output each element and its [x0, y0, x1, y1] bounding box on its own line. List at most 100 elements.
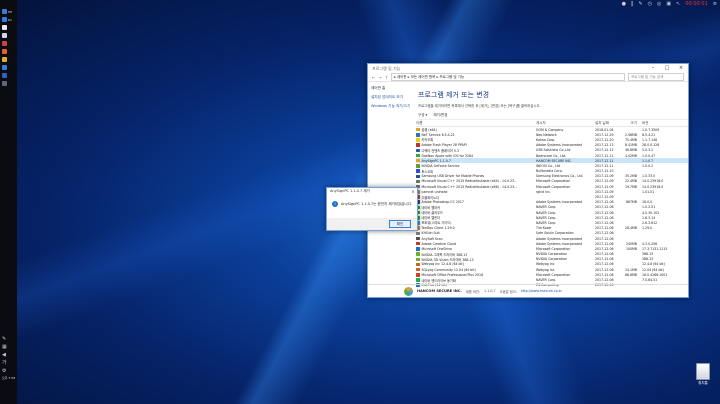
- program-icon: [416, 179, 420, 184]
- cursor-icon[interactable]: ↖: [676, 1, 680, 7]
- cell-version: 12.4.8 (64 bit): [640, 262, 672, 266]
- sidebar-link-windows-features[interactable]: Windows 기능 켜기/끄기: [371, 104, 419, 109]
- column-version[interactable]: 버전: [640, 121, 672, 126]
- cell-version: 5.0.3.2: [640, 148, 672, 152]
- taskbar-item[interactable]: [2, 72, 15, 79]
- cell-publisher: NVIDIA Corporation: [536, 252, 595, 256]
- taskbar-item[interactable]: [2, 24, 15, 31]
- taskbar-item[interactable]: Do: [2, 16, 15, 23]
- cell-version: 388.13: [640, 252, 672, 256]
- timer-icon[interactable]: ◷: [648, 1, 652, 7]
- window-titlebar[interactable]: 프로그램 및 기능 – □ ×: [368, 64, 688, 73]
- address-field[interactable]: ▸ 제어판 ▸ 모든 제어판 항목 ▸ 프로그램 및 기능: [391, 73, 625, 81]
- program-icon: [416, 138, 420, 142]
- table-row[interactable]: 디렉터 컨텐츠 플레이어 5.3 USB Solutions Co.,Ltd 201…: [416, 148, 688, 153]
- pen-icon[interactable]: ✎: [2, 336, 9, 343]
- uninstall-change-button[interactable]: 제거/변경: [433, 113, 447, 119]
- language-icon[interactable]: 가: [2, 360, 9, 367]
- cell-date-text: 2017-12-09: [595, 179, 614, 184]
- cell-date: 2017-12-06: [595, 268, 617, 272]
- maximize-button[interactable]: □: [660, 64, 674, 73]
- table-row[interactable]: TeeDou Client 1.29.0 Tim Koser 2017-12-06 2…: [416, 226, 688, 231]
- taskbar-item[interactable]: [2, 80, 15, 87]
- taskbar-clock[interactable]: 오후 7:58: [1, 376, 16, 380]
- program-icon: [416, 158, 420, 163]
- column-name[interactable]: 이름: [416, 121, 536, 126]
- dialog-titlebar[interactable]: AnySignPC 1.1.0.7 제거 ×: [327, 188, 417, 195]
- column-publisher[interactable]: 게시자: [536, 121, 595, 126]
- search-input[interactable]: 프로그램 및 기능 검색: [628, 73, 684, 81]
- draw-icon[interactable]: ✎: [638, 1, 642, 7]
- cell-publisher: Webyog Inc: [536, 268, 595, 272]
- table-row[interactable]: Webyog Inc 12.4.8 (64 bit) Webyog Inc 2017…: [416, 262, 688, 267]
- table-row[interactable]: 포토뷰(스마트 가이드) NAVER Corp. 2017-12-06 2.6.3.6…: [416, 220, 688, 225]
- taskbar-item[interactable]: [2, 56, 15, 63]
- cell-date-text: 2017-12-06: [595, 205, 614, 210]
- table-row[interactable]: Microsoft Visual C++ 2015 Redistributabl…: [416, 184, 688, 189]
- table-row[interactable]: 카카오톡 Kakao Corp. 2017-12-20 75.4MB 1.1.7.148: [416, 137, 688, 142]
- taskbar-item[interactable]: [2, 48, 15, 55]
- dialog-close-icon[interactable]: ×: [409, 189, 417, 194]
- table-row[interactable]: Microsoft Visual C++ 2015 Redistributabl…: [416, 179, 688, 184]
- cell-publisher: NAVER Corp.: [536, 216, 595, 220]
- mic-icon[interactable]: ◎: [657, 1, 661, 7]
- cell-name-text: 포토뷰(스마트 가이드): [421, 221, 452, 226]
- sidebar-home[interactable]: 제어판 홈: [371, 86, 419, 91]
- forward-icon[interactable]: →: [378, 75, 381, 80]
- menu-icon[interactable]: ≡: [713, 1, 717, 7]
- taskbar-item[interactable]: HE: [2, 8, 15, 15]
- close-button[interactable]: ×: [674, 64, 688, 73]
- cell-date: 2017-12-09: [595, 195, 617, 199]
- organize-button[interactable]: 구성 ▾: [418, 113, 427, 119]
- taskbar-item[interactable]: [2, 40, 15, 47]
- table-row[interactable]: 네이버 엔드라이브 동기화 NAVER Corp. 2017-12-06 7.0.64…: [416, 277, 688, 283]
- ok-button[interactable]: 확인: [389, 220, 411, 228]
- cell-name: 주물파이노다: [416, 195, 536, 200]
- cell-publisher: Kakao Corp.: [536, 138, 595, 142]
- column-install-date[interactable]: 설치 날짜: [595, 121, 617, 126]
- cell-publisher-text: Microsoft Corporation: [536, 272, 571, 277]
- cell-name: 카카오톡: [416, 137, 536, 142]
- cell-name: NVIDIA GeForce Service: [416, 164, 536, 168]
- table-row[interactable]: Samsung USB Driver for Mobile Phones Sams…: [416, 174, 688, 179]
- sidebar-link-updates[interactable]: 설치된 업데이트 보기: [371, 95, 419, 100]
- details-support-link[interactable]: http://www.hsecure.co.kr: [521, 289, 562, 293]
- record-icon[interactable]: ●: [622, 1, 626, 7]
- cell-date-text: 2017-12-13: [595, 143, 614, 148]
- cell-name-text: AnySoft Scan: [421, 236, 443, 241]
- column-size[interactable]: 크기: [617, 121, 640, 126]
- cell-publisher-text: Badrscore Co., Ltd.: [536, 153, 567, 158]
- table-row[interactable]: SQLyog Community 12.04 (64 bit) Webyog In…: [416, 267, 688, 272]
- taskbar-item[interactable]: [2, 32, 15, 39]
- cell-name: Samsung USB Driver for Mobile Phones: [416, 174, 536, 178]
- volume-icon[interactable]: ◀: [2, 352, 9, 359]
- cell-name: 토스오피: [416, 169, 536, 174]
- up-icon[interactable]: ↑: [385, 75, 388, 80]
- cell-date-text: 2017-12-06: [595, 220, 614, 225]
- cell-size: 8.41MB: [617, 143, 640, 147]
- table-row[interactable]: Adobe Creative Cloud Adobe Systems Incorp…: [416, 241, 688, 246]
- taskbar-item[interactable]: [2, 64, 15, 71]
- back-icon[interactable]: ←: [372, 75, 375, 80]
- table-row[interactable]: NVIDIA 3D Vision 드라이버 388.13 NVIDIA Corpo…: [416, 257, 688, 262]
- cell-name-text: 디렉터 컨텐츠 플레이어 5.3: [421, 148, 459, 153]
- pause-icon[interactable]: ‖: [631, 1, 634, 7]
- cell-name: KHGdn Suit: [416, 231, 536, 235]
- cell-version: 17.3.7131.1115: [640, 247, 672, 251]
- cell-name: camnet unihead: [416, 190, 536, 194]
- camera-icon[interactable]: ▣: [666, 1, 671, 7]
- cell-name-text: Microsoft Office Professional Plus 2016: [421, 272, 484, 277]
- table-row[interactable]: DaeNon Apple with iOS for 3264 Badrscore …: [416, 153, 688, 158]
- dialog-message: AnySignPC 1.1.0.7는 완전히 제거되었습니다.: [341, 201, 412, 206]
- table-row[interactable]: AnySignPC 1.1.0.7 HANCOM SECURE INC. 2017-…: [416, 158, 688, 164]
- cell-version-text: 388.13: [642, 257, 654, 262]
- cell-date: 2017-12-10: [595, 169, 617, 173]
- table-row[interactable]: 곰캠 (x64) GOM & Company 2018-01-04 1.0.7.350…: [416, 127, 688, 132]
- cell-publisher-text: INEOSI Co., Ltd: [536, 163, 561, 168]
- app-icon: [2, 9, 7, 14]
- cell-name: AnySoft Scan: [416, 237, 536, 241]
- network-icon[interactable]: ▦: [2, 344, 9, 351]
- recycle-bin[interactable]: 휴지통: [694, 363, 712, 386]
- settings-icon[interactable]: ⚙: [2, 368, 9, 375]
- minimize-button[interactable]: –: [646, 64, 660, 73]
